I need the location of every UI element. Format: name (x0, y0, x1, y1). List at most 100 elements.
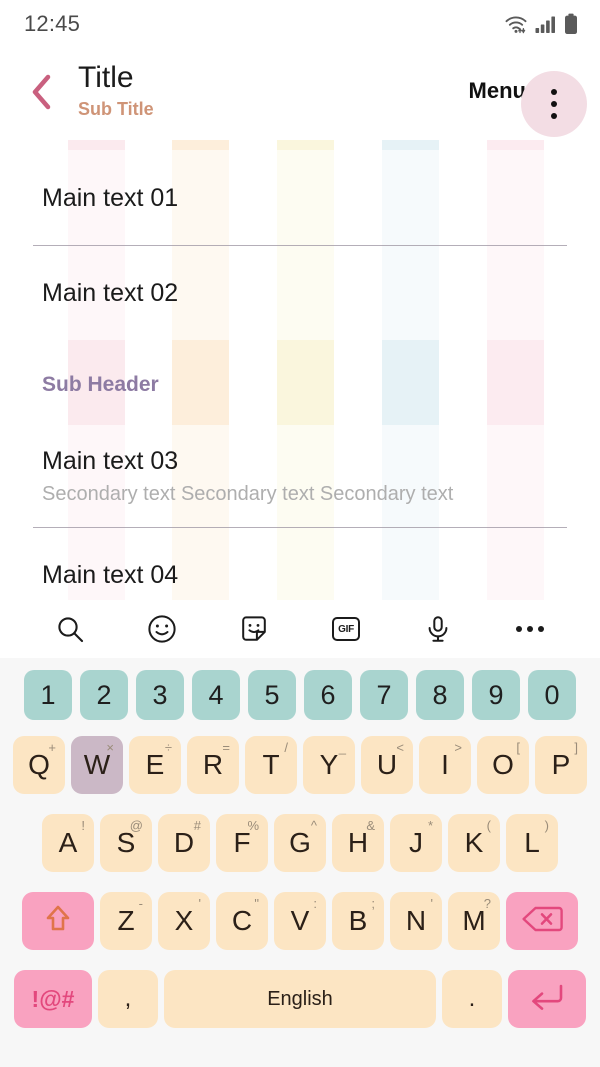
key-4[interactable]: 4 (192, 670, 240, 720)
key-label: R (202, 749, 224, 780)
key-f[interactable]: % F (216, 814, 268, 872)
key-alt-label: ] (574, 740, 578, 755)
key-3[interactable]: 3 (136, 670, 184, 720)
key-k[interactable]: (K (448, 814, 500, 872)
key-alt-label: ' (430, 896, 433, 911)
key-2[interactable]: 2 (80, 670, 128, 720)
key-label: C (231, 905, 253, 936)
key-s[interactable]: @ S (100, 814, 152, 872)
key-alt-label: @ (129, 818, 143, 833)
key-alt-label: ÷ (164, 740, 172, 755)
comma-key[interactable]: , (98, 970, 158, 1028)
key-label: L (524, 827, 540, 858)
key-label: 1 (40, 679, 56, 710)
key-label: 4 (208, 679, 224, 710)
key-label: I (441, 749, 449, 780)
key-v[interactable]: :V (274, 892, 326, 950)
key-c[interactable]: " C (216, 892, 268, 950)
key-label: 5 (264, 679, 280, 710)
search-icon[interactable] (47, 606, 93, 652)
key-b[interactable]: ; B (332, 892, 384, 950)
key-l[interactable]: ) L (506, 814, 558, 872)
key-alt-label: ! (81, 818, 85, 833)
sticker-icon[interactable] (231, 606, 277, 652)
key-label: B (348, 905, 368, 936)
key-e[interactable]: ÷ E (129, 736, 181, 794)
signal-icon (535, 14, 557, 34)
key-9[interactable]: 9 (472, 670, 520, 720)
enter-key[interactable] (508, 970, 586, 1028)
key-label: 0 (544, 679, 560, 710)
more-vertical-icon (551, 89, 557, 119)
key-label: U (376, 749, 398, 780)
backspace-key[interactable] (506, 892, 578, 950)
more-dots (516, 626, 544, 632)
overflow-menu-button[interactable] (521, 71, 587, 137)
key-7[interactable]: 7 (360, 670, 408, 720)
key-h[interactable]: & H (332, 814, 384, 872)
key-label: T (262, 749, 280, 780)
comma-label: , (124, 985, 132, 1012)
key-label: A (58, 827, 78, 858)
sub-header: Sub Header (42, 373, 159, 396)
more-horizontal-icon[interactable] (507, 606, 553, 652)
list-card-two: Main text 03 Secondary text Secondary te… (0, 425, 600, 605)
key-alt-label: - (138, 896, 143, 911)
menu-label[interactable]: Menu (469, 78, 526, 104)
key-x[interactable]: ' X (158, 892, 210, 950)
microphone-icon[interactable] (415, 606, 461, 652)
key-o[interactable]: [O (477, 736, 529, 794)
key-8[interactable]: 8 (416, 670, 464, 720)
key-6[interactable]: 6 (304, 670, 352, 720)
list-item-main-text: Main text 02 (42, 278, 179, 307)
keyboard-row-two: ! A @ S # D % F ^ G & H * J (K ) L (0, 804, 600, 882)
key-w[interactable]: × W (71, 736, 123, 794)
list-item-main-text: Main text 03 (42, 446, 179, 475)
key-y[interactable]: _ Y (303, 736, 355, 794)
list-card-one: Main text 01 Main text 02 (0, 150, 600, 340)
key-a[interactable]: ! A (42, 814, 94, 872)
key-label: 3 (152, 679, 168, 710)
key-t[interactable]: / T (245, 736, 297, 794)
key-i[interactable]: > I (419, 736, 471, 794)
key-alt-label: + (48, 740, 56, 755)
key-m[interactable]: ? M (448, 892, 500, 950)
list-item-main-text: Main text 01 (42, 183, 179, 212)
gif-icon[interactable]: GIF (323, 606, 369, 652)
list-item[interactable]: Main text 03 Secondary text Secondary te… (0, 425, 600, 527)
list-item[interactable]: Main text 04 (0, 527, 600, 605)
symbols-key[interactable]: !@# (14, 970, 92, 1028)
keyboard-bottom-row: !@# , English . (0, 960, 600, 1038)
list-item[interactable]: Main text 01 (0, 150, 600, 245)
key-z[interactable]: -Z (100, 892, 152, 950)
key-1[interactable]: 1 (24, 670, 72, 720)
key-alt-label: > (454, 740, 462, 755)
enter-arrow-icon (527, 981, 567, 1018)
key-alt-label: × (106, 740, 114, 755)
list-item[interactable]: Main text 02 (0, 245, 600, 340)
key-g[interactable]: ^ G (274, 814, 326, 872)
key-alt-label: ^ (310, 818, 317, 833)
key-r[interactable]: = R (187, 736, 239, 794)
key-q[interactable]: + Q (13, 736, 65, 794)
key-label: N (405, 905, 427, 936)
chevron-left-icon (29, 72, 55, 117)
status-time: 12:45 (24, 11, 81, 36)
key-alt-label: " (254, 896, 259, 911)
back-button[interactable] (20, 70, 64, 118)
key-d[interactable]: # D (158, 814, 210, 872)
period-key[interactable]: . (442, 970, 502, 1028)
key-u[interactable]: < U (361, 736, 413, 794)
key-p[interactable]: ] P (535, 736, 587, 794)
key-label: V (290, 905, 310, 936)
key-0[interactable]: 0 (528, 670, 576, 720)
space-key[interactable]: English (164, 970, 436, 1028)
status-bar: 12:45 (0, 0, 600, 48)
key-5[interactable]: 5 (248, 670, 296, 720)
emoji-icon[interactable] (139, 606, 185, 652)
shift-key[interactable] (22, 892, 94, 950)
key-alt-label: : (313, 896, 317, 911)
key-label: G (289, 827, 311, 858)
key-j[interactable]: * J (390, 814, 442, 872)
key-n[interactable]: ' N (390, 892, 442, 950)
